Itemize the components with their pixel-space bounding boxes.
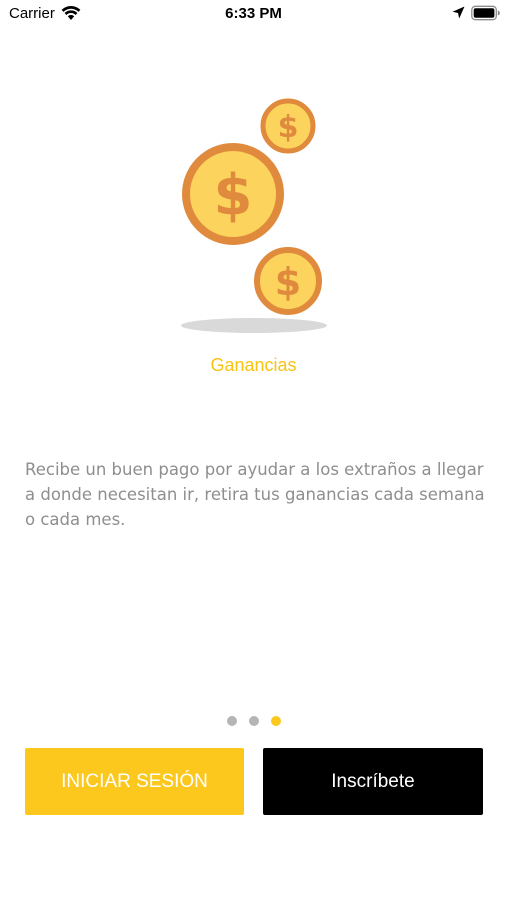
feature-title: Ganancias — [210, 355, 297, 375]
coin-symbol: $ — [214, 163, 253, 228]
coin-shadow — [181, 318, 327, 333]
page-dot[interactable] — [248, 716, 259, 726]
coin-medium-icon: $ — [254, 247, 322, 315]
coin-large-icon: $ — [182, 143, 284, 245]
location-arrow-icon — [452, 6, 465, 19]
page-dot[interactable] — [226, 716, 237, 726]
login-button[interactable]: INICIAR SESIÓN — [25, 748, 244, 815]
coin-symbol: $ — [275, 260, 301, 304]
coins-icon: $ $ $ — [182, 98, 322, 315]
signup-button[interactable]: Inscríbete — [263, 748, 483, 815]
coin-small-icon: $ — [260, 98, 316, 154]
feature-description: Recibe un buen pago por ayudar a los ext… — [25, 460, 485, 529]
clock: 6:33 PM — [225, 5, 282, 22]
page-indicator[interactable] — [0, 716, 507, 726]
status-bar: Carrier 6:33 PM — [0, 0, 507, 28]
page-dot-active[interactable] — [270, 716, 281, 726]
coin-symbol: $ — [278, 110, 299, 145]
battery-icon — [471, 5, 500, 21]
